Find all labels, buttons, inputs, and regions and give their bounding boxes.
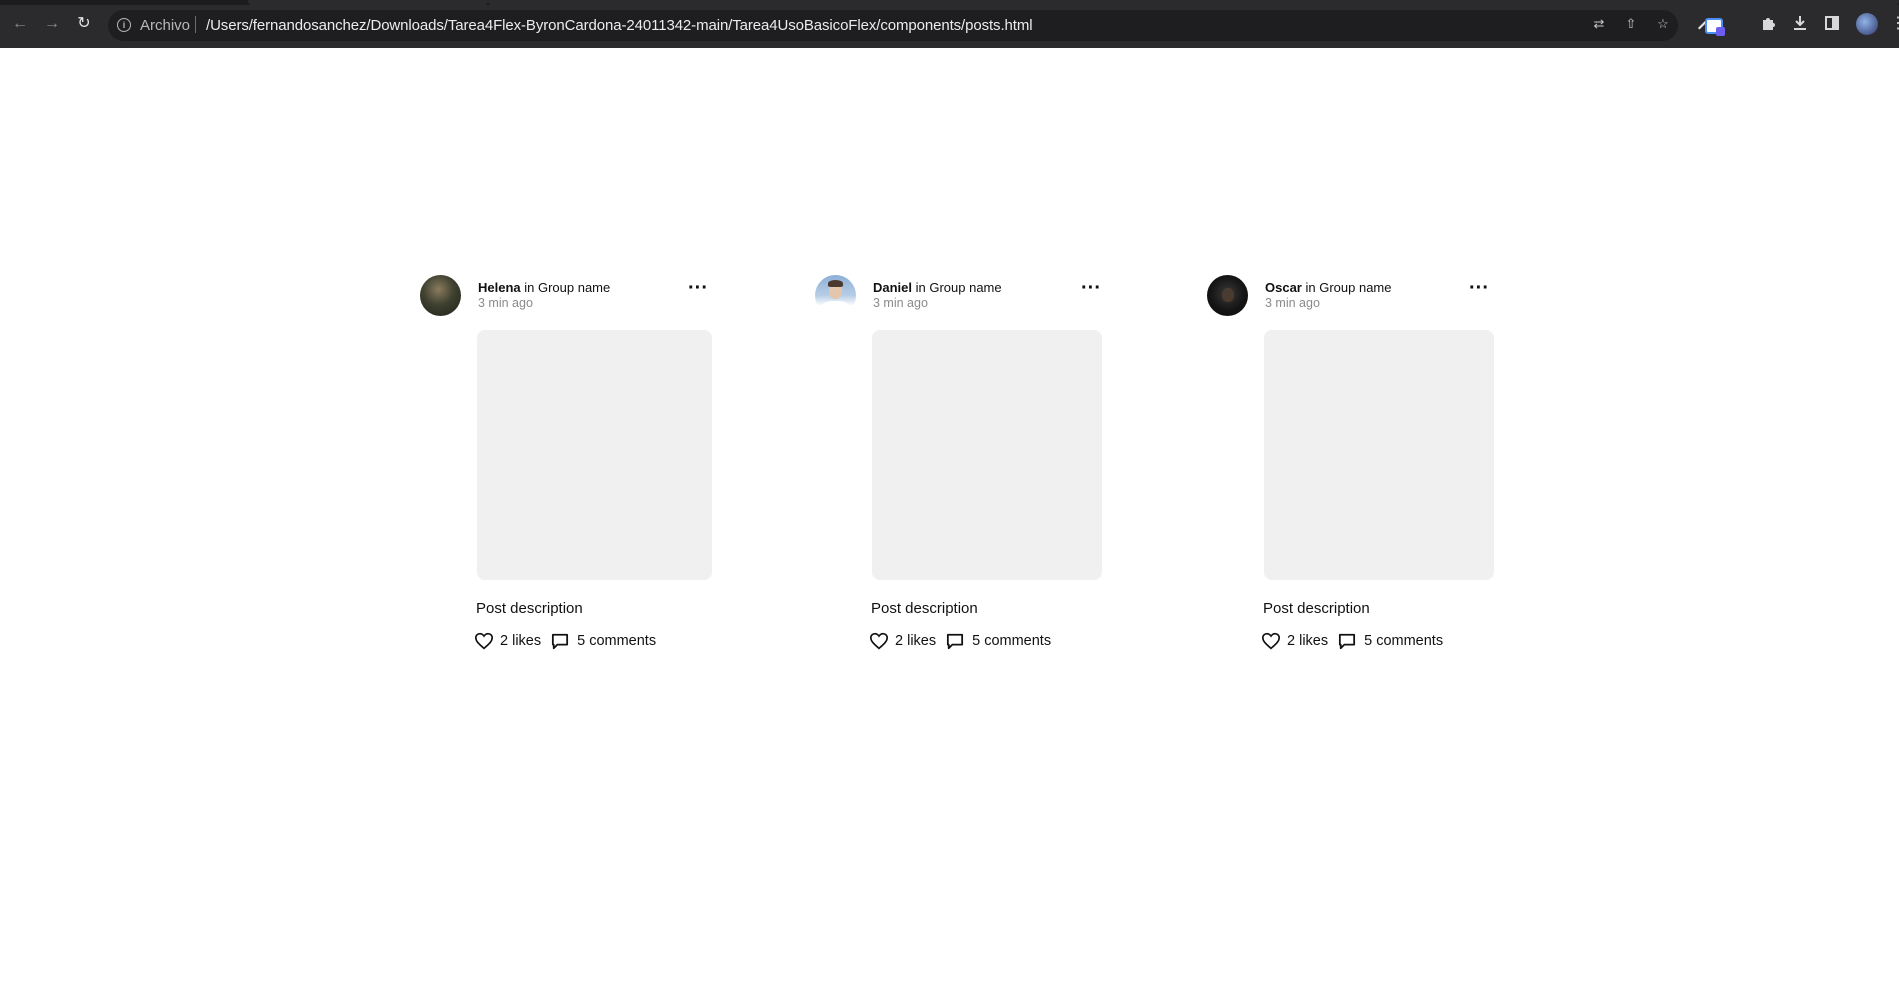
post-image[interactable]	[477, 330, 712, 580]
post-image[interactable]	[1264, 330, 1494, 580]
post-card: Oscar in Group name 3 min ago ··· Post d…	[1205, 270, 1505, 670]
comment-icon[interactable]	[551, 633, 569, 650]
url-text[interactable]: /Users/fernandosanchez/Downloads/Tarea4F…	[206, 17, 1033, 34]
author-name[interactable]: Daniel	[873, 280, 912, 295]
heart-icon[interactable]	[474, 632, 494, 650]
browser-toolbar: ← → ↻ i Archivo /Users/fernandosanchez/D…	[0, 0, 1899, 48]
post-description: Post description	[871, 600, 978, 617]
author-connector: in	[912, 280, 930, 295]
share-icon[interactable]: ⇧	[1623, 16, 1639, 32]
heart-icon[interactable]	[1261, 632, 1281, 650]
extension-icon[interactable]	[1705, 18, 1725, 36]
post-author-line: Daniel in Group name	[873, 280, 1002, 295]
info-icon[interactable]: i	[117, 18, 131, 32]
tab-active[interactable]	[488, 0, 1899, 5]
comment-icon[interactable]	[1338, 633, 1356, 650]
comments-count[interactable]: 5 comments	[577, 633, 656, 649]
heart-icon[interactable]	[869, 632, 889, 650]
puzzle-icon[interactable]	[1759, 15, 1777, 33]
tab[interactable]	[248, 0, 488, 5]
likes-count[interactable]: 2 likes	[895, 633, 936, 649]
browser-menu-icon[interactable]: ⋮	[1890, 13, 1899, 35]
group-name[interactable]: Group name	[929, 280, 1001, 295]
reload-icon[interactable]: ↻	[74, 14, 94, 34]
post-card: Helena in Group name 3 min ago ··· Post …	[418, 270, 718, 670]
post-author-line: Helena in Group name	[478, 280, 610, 295]
comments-count[interactable]: 5 comments	[1364, 633, 1443, 649]
author-connector: in	[1301, 280, 1320, 295]
post-time: 3 min ago	[873, 296, 928, 310]
side-panel-icon[interactable]	[1823, 15, 1841, 33]
divider	[195, 16, 196, 33]
group-name[interactable]: Group name	[538, 280, 610, 295]
post-description: Post description	[476, 600, 583, 617]
comments-count[interactable]: 5 comments	[972, 633, 1051, 649]
post-actions: 2 likes 5 comments	[1261, 630, 1443, 652]
post-time: 3 min ago	[478, 296, 533, 310]
profile-avatar[interactable]	[1856, 13, 1878, 35]
post-time: 3 min ago	[1265, 296, 1320, 310]
post-actions: 2 likes 5 comments	[474, 630, 656, 652]
likes-count[interactable]: 2 likes	[1287, 633, 1328, 649]
likes-count[interactable]: 2 likes	[500, 633, 541, 649]
avatar[interactable]	[1207, 275, 1248, 316]
post-actions: 2 likes 5 comments	[869, 630, 1051, 652]
translate-icon[interactable]: ⇄	[1591, 16, 1607, 32]
site-label: Archivo	[140, 17, 191, 34]
star-icon[interactable]: ☆	[1655, 16, 1671, 32]
more-horizontal-icon[interactable]: ···	[688, 278, 708, 298]
more-horizontal-icon[interactable]: ···	[1081, 278, 1101, 298]
avatar[interactable]	[420, 275, 461, 316]
post-image[interactable]	[872, 330, 1102, 580]
post-author-line: Oscar in Group name	[1265, 280, 1391, 295]
author-name[interactable]: Helena	[478, 280, 521, 295]
post-card: Daniel in Group name 3 min ago ··· Post …	[813, 270, 1113, 670]
author-connector: in	[520, 280, 538, 295]
forward-icon[interactable]: →	[42, 14, 62, 34]
group-name[interactable]: Group name	[1319, 280, 1391, 295]
avatar[interactable]	[815, 275, 856, 316]
post-description: Post description	[1263, 600, 1370, 617]
back-icon[interactable]: ←	[10, 14, 30, 34]
comment-icon[interactable]	[946, 633, 964, 650]
author-name[interactable]: Oscar	[1265, 280, 1302, 295]
more-horizontal-icon[interactable]: ···	[1469, 278, 1489, 298]
download-icon[interactable]	[1791, 15, 1809, 33]
